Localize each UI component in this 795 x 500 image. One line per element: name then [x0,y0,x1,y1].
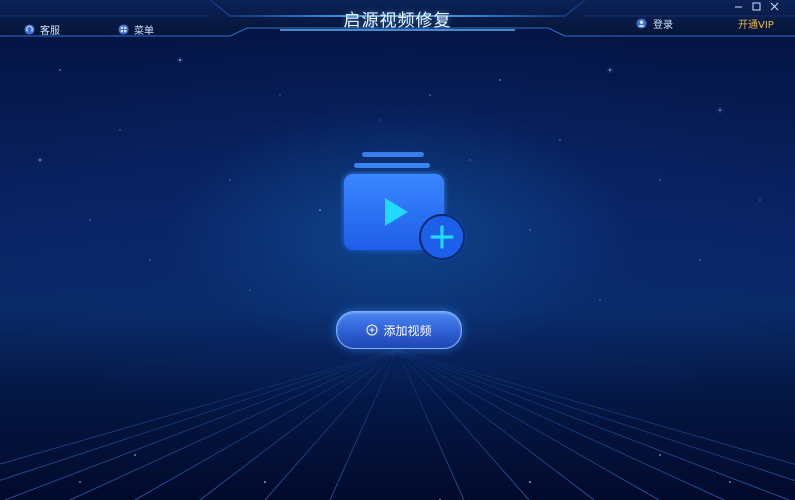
add-video-label: 添加视频 [383,323,432,338]
open-vip-link[interactable]: 开通VIP [738,16,774,31]
app-window: 启源视频修复 客服 菜单 登录 开通VIP 添加视频 [0,0,795,500]
minimize-button[interactable] [730,0,746,12]
close-button[interactable] [766,0,782,12]
add-video-button[interactable]: 添加视频 [336,311,462,349]
close-icon [770,2,778,10]
grid-floor [0,349,795,500]
title-bar: 启源视频修复 客服 菜单 登录 开通VIP [0,0,795,42]
menu-button[interactable]: 菜单 [118,22,154,37]
minimize-icon [734,6,742,7]
plus-circle-icon [366,324,378,336]
user-icon [636,18,647,29]
menu-label: 菜单 [134,26,154,37]
headset-icon [24,24,35,35]
grid-menu-icon [118,24,129,35]
video-add-icon[interactable] [340,148,468,266]
login-label: 登录 [653,20,673,31]
maximize-button[interactable] [748,0,764,12]
customer-service-label: 客服 [40,26,60,37]
maximize-icon [752,2,760,10]
customer-service-button[interactable]: 客服 [24,22,60,37]
login-button[interactable]: 登录 [636,16,673,31]
